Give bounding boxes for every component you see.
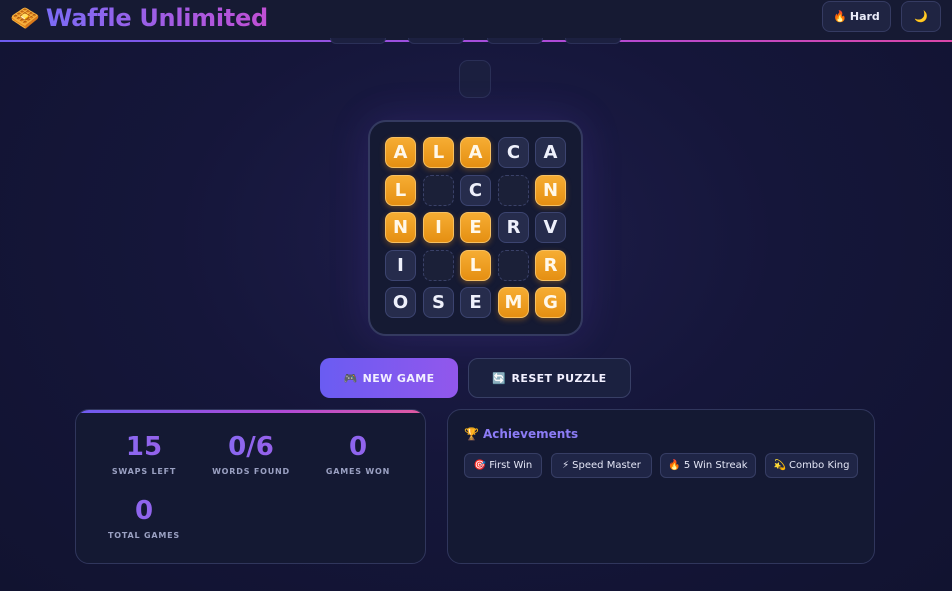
moon-icon: 🌙 bbox=[914, 10, 928, 23]
stat-games-won: 0 GAMES WON bbox=[298, 433, 418, 476]
letter-tile[interactable]: N bbox=[535, 175, 566, 206]
letter-tile[interactable]: C bbox=[460, 175, 491, 206]
hidden-tab bbox=[330, 38, 386, 44]
fire-icon: 🔥 bbox=[668, 460, 681, 471]
letter-tile[interactable]: E bbox=[460, 212, 491, 243]
hidden-tab bbox=[408, 38, 464, 44]
letter-tile[interactable]: M bbox=[498, 287, 529, 318]
stat-label: TOTAL GAMES bbox=[108, 531, 180, 540]
header-divider bbox=[0, 40, 952, 42]
hidden-chip bbox=[459, 60, 491, 98]
letter-tile[interactable]: R bbox=[498, 212, 529, 243]
hidden-tab bbox=[565, 38, 621, 44]
new-game-label: NEW GAME bbox=[362, 371, 435, 385]
waffle-icon: 🧇 bbox=[10, 4, 40, 32]
achievement-badge-first-win[interactable]: 🎯 First Win bbox=[464, 453, 542, 478]
letter-tile[interactable]: E bbox=[460, 287, 491, 318]
achievements-panel: 🏆 Achievements 🎯 First Win ⚡ Speed Maste… bbox=[447, 409, 875, 564]
achievement-label: First Win bbox=[489, 460, 533, 471]
achievement-badge-win-streak[interactable]: 🔥 5 Win Streak bbox=[660, 453, 756, 478]
letter-tile[interactable]: G bbox=[535, 287, 566, 318]
stat-value: 0 bbox=[298, 433, 418, 461]
letter-tile[interactable]: I bbox=[423, 212, 454, 243]
board-empty-cell bbox=[423, 175, 454, 206]
letter-tile[interactable]: I bbox=[385, 250, 416, 281]
target-icon: 🎯 bbox=[473, 460, 487, 471]
refresh-icon: 🔄 bbox=[492, 371, 507, 385]
lightning-icon: ⚡ bbox=[562, 460, 570, 471]
letter-tile[interactable]: V bbox=[535, 212, 566, 243]
board-empty-cell bbox=[423, 250, 454, 281]
letter-tile[interactable]: R bbox=[535, 250, 566, 281]
app-title: Waffle Unlimited bbox=[45, 4, 268, 32]
waffle-board: ALACALCNNIERVILROSEMG bbox=[368, 120, 583, 336]
app-header: 🧇 Waffle Unlimited 🔥 Hard 🌙 bbox=[0, 0, 952, 41]
trophy-icon: 🏆 bbox=[464, 427, 479, 441]
letter-tile[interactable]: A bbox=[535, 137, 566, 168]
achievement-badge-speed-master[interactable]: ⚡ Speed Master bbox=[551, 453, 652, 478]
fire-icon: 🔥 bbox=[833, 10, 847, 23]
theme-toggle-button[interactable]: 🌙 bbox=[901, 1, 941, 32]
stat-total-games: 0 TOTAL GAMES bbox=[84, 497, 204, 540]
hidden-tab bbox=[487, 38, 543, 44]
stat-swaps-left: 15 SWAPS LEFT bbox=[84, 433, 204, 476]
achievement-label: Combo King bbox=[788, 460, 850, 471]
letter-tile[interactable]: C bbox=[498, 137, 529, 168]
stat-value: 0 bbox=[84, 497, 204, 525]
achievements-title: Achievements bbox=[482, 427, 579, 441]
game-controller-icon: 🎮 bbox=[343, 371, 358, 385]
letter-tile[interactable]: L bbox=[423, 137, 454, 168]
board-empty-cell bbox=[498, 175, 529, 206]
stat-label: SWAPS LEFT bbox=[111, 467, 177, 476]
stat-label: WORDS FOUND bbox=[212, 467, 290, 476]
dizzy-star-icon: 💫 bbox=[773, 460, 786, 471]
letter-tile[interactable]: O bbox=[385, 287, 416, 318]
stat-label: GAMES WON bbox=[325, 467, 391, 476]
stat-words-found: 0/6 WORDS FOUND bbox=[191, 433, 311, 476]
achievement-label: 5 Win Streak bbox=[683, 460, 748, 471]
reset-puzzle-label: RESET PUZZLE bbox=[511, 371, 607, 385]
letter-tile[interactable]: N bbox=[385, 212, 416, 243]
difficulty-button[interactable]: 🔥 Hard bbox=[822, 1, 891, 32]
stat-value: 0/6 bbox=[191, 433, 311, 461]
difficulty-label: Hard bbox=[849, 10, 880, 23]
achievement-badge-combo-king[interactable]: 💫 Combo King bbox=[765, 453, 858, 478]
new-game-button[interactable]: 🎮 NEW GAME bbox=[320, 358, 458, 398]
achievements-heading: 🏆 Achievements bbox=[464, 427, 578, 441]
brand: 🧇 Waffle Unlimited bbox=[10, 2, 268, 34]
letter-tile[interactable]: L bbox=[460, 250, 491, 281]
reset-puzzle-button[interactable]: 🔄 RESET PUZZLE bbox=[468, 358, 631, 398]
letter-tile[interactable]: A bbox=[385, 137, 416, 168]
stats-panel: 15 SWAPS LEFT 0/6 WORDS FOUND 0 GAMES WO… bbox=[75, 409, 426, 564]
achievement-label: Speed Master bbox=[572, 460, 641, 471]
stat-value: 15 bbox=[84, 433, 204, 461]
board-empty-cell bbox=[498, 250, 529, 281]
letter-tile[interactable]: S bbox=[423, 287, 454, 318]
stats-accent-bar bbox=[76, 410, 425, 413]
letter-tile[interactable]: A bbox=[460, 137, 491, 168]
letter-tile[interactable]: L bbox=[385, 175, 416, 206]
